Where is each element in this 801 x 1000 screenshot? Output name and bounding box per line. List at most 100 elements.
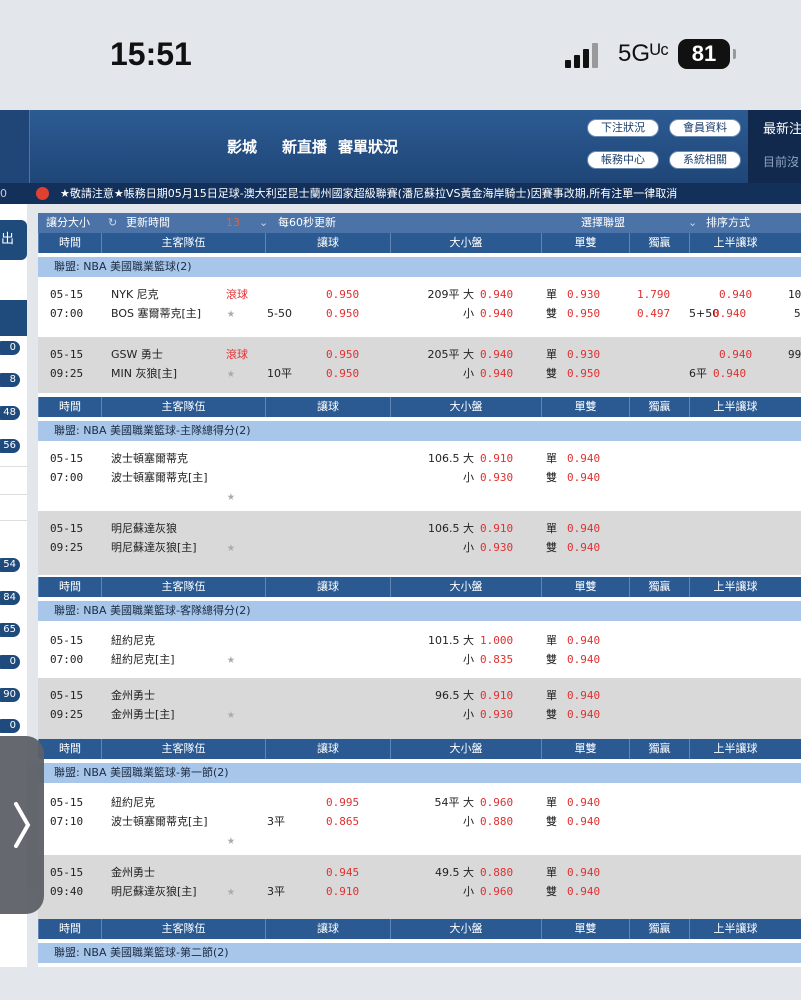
ou-under-odds[interactable]: 0.930 xyxy=(480,705,513,724)
clock: 15:51 xyxy=(110,36,192,72)
ou-over-odds[interactable]: 0.910 xyxy=(480,686,513,705)
ticker-text: ★敬請注意★帳務日期05月15日足球-澳大利亞昆士蘭州國家超級聯賽(潘尼蘇拉VS… xyxy=(60,187,678,200)
ou-over-odds[interactable]: 0.960 xyxy=(480,793,513,812)
odd-odds[interactable]: 0.930 xyxy=(567,285,600,304)
spread-line: 3平 xyxy=(267,815,285,828)
account-center-button[interactable]: 帳務中心 xyxy=(587,151,659,169)
favorite-star-icon[interactable]: ★ xyxy=(227,304,235,323)
odd-odds[interactable]: 0.940 xyxy=(567,449,600,468)
sidebar-badge[interactable]: 90 xyxy=(0,687,21,703)
team-home: MIN 灰狼[主] xyxy=(111,367,178,380)
even-odds[interactable]: 0.940 xyxy=(567,882,600,901)
favorite-star-icon[interactable]: ★ xyxy=(227,831,235,850)
ou-under-odds[interactable]: 0.880 xyxy=(480,812,513,831)
odd-odds[interactable]: 0.940 xyxy=(567,686,600,705)
refresh-icon[interactable]: ↻ xyxy=(108,213,117,233)
even-odds[interactable]: 0.940 xyxy=(567,468,600,487)
spread-odds-away[interactable]: 0.945 xyxy=(326,863,359,882)
even-odds[interactable]: 0.940 xyxy=(567,812,600,831)
game-date: 05-15 xyxy=(50,348,84,361)
moneyline-home[interactable]: 0.497 xyxy=(637,304,670,323)
ou-under-odds[interactable]: 0.960 xyxy=(480,882,513,901)
spread-odds-away[interactable]: 0.950 xyxy=(326,345,359,364)
favorite-star-icon[interactable]: ★ xyxy=(227,882,235,901)
column-half: 上半讓球 xyxy=(689,739,781,759)
even-label: 雙 xyxy=(546,541,557,554)
half-spread-home[interactable]: 0.940 xyxy=(713,364,746,383)
sidebar-badge[interactable]: 84 xyxy=(0,590,21,606)
favorite-star-icon[interactable]: ★ xyxy=(227,705,235,724)
ou-over-odds[interactable]: 0.910 xyxy=(480,519,513,538)
spread-odds-away[interactable]: 0.995 xyxy=(326,793,359,812)
team-home: 金州勇士[主] xyxy=(111,708,175,721)
half-spread-home[interactable]: 0.940 xyxy=(713,304,746,323)
size-selector[interactable]: 讓分大小 xyxy=(46,213,90,233)
odd-odds[interactable]: 0.940 xyxy=(567,793,600,812)
ou-under-odds[interactable]: 0.835 xyxy=(480,650,513,669)
left-tab[interactable] xyxy=(0,110,30,183)
sidebar-badge[interactable]: 56 xyxy=(0,438,21,454)
ou-over-odds[interactable]: 0.940 xyxy=(480,345,513,364)
even-odds[interactable]: 0.940 xyxy=(567,650,600,669)
favorite-star-icon[interactable]: ★ xyxy=(227,364,235,383)
ou-under-odds[interactable]: 0.940 xyxy=(480,364,513,383)
side-drawer-handle[interactable] xyxy=(0,736,44,914)
even-odds[interactable]: 0.950 xyxy=(567,364,600,383)
ou-small-label: 小 xyxy=(463,367,474,380)
odd-odds[interactable]: 0.940 xyxy=(567,863,600,882)
nav-review[interactable]: 審單狀況 xyxy=(338,136,398,157)
nav-live[interactable]: 新直播 xyxy=(282,136,327,157)
sidebar-badge[interactable]: 0 xyxy=(0,654,21,670)
even-label: 雙 xyxy=(546,885,557,898)
ou-over-odds[interactable]: 1.000 xyxy=(480,631,513,650)
column-oe: 單雙 xyxy=(541,233,629,253)
ou-line: 106.5 大 xyxy=(428,452,474,465)
column-ou: 大小盤 xyxy=(390,739,541,759)
sidebar-badge[interactable]: 8 xyxy=(0,372,21,388)
even-odds[interactable]: 0.940 xyxy=(567,705,600,724)
spread-odds-home[interactable]: 0.865 xyxy=(326,812,359,831)
ou-over-odds[interactable]: 0.880 xyxy=(480,863,513,882)
team-away: NYK 尼克 xyxy=(111,288,159,301)
sort-select[interactable]: 排序方式 xyxy=(706,213,750,233)
league-header: 聯盟: NBA 美國職業籃球-第一節(2) xyxy=(38,763,801,783)
ou-under-odds[interactable]: 0.940 xyxy=(480,304,513,323)
ou-small-label: 小 xyxy=(463,885,474,898)
ou-under-odds[interactable]: 0.930 xyxy=(480,538,513,557)
system-button[interactable]: 系統相關 xyxy=(669,151,741,169)
ou-over-odds[interactable]: 0.940 xyxy=(480,285,513,304)
logout-button[interactable]: 出 xyxy=(0,220,27,260)
interval-select[interactable]: 每60秒更新 xyxy=(278,213,336,233)
nav-cinema[interactable]: 影城 xyxy=(227,136,257,157)
odd-odds[interactable]: 0.930 xyxy=(567,345,600,364)
ou-under-odds[interactable]: 0.930 xyxy=(480,468,513,487)
spread-odds-home[interactable]: 0.950 xyxy=(326,364,359,383)
sidebar-badge[interactable]: 0 xyxy=(0,718,21,734)
sidebar-badge[interactable]: 54 xyxy=(0,557,21,573)
sidebar-badge[interactable]: 65 xyxy=(0,622,21,638)
spread-odds-away[interactable]: 0.950 xyxy=(326,285,359,304)
sidebar-badge[interactable]: 48 xyxy=(0,405,21,421)
even-odds[interactable]: 0.950 xyxy=(567,304,600,323)
half-spread-away[interactable]: 0.940 xyxy=(719,285,752,304)
spread-odds-home[interactable]: 0.950 xyxy=(326,304,359,323)
refresh-label[interactable]: 更新時間 xyxy=(126,213,170,233)
even-odds[interactable]: 0.940 xyxy=(567,538,600,557)
bet-status-button[interactable]: 下注狀況 xyxy=(587,119,659,137)
favorite-star-icon[interactable]: ★ xyxy=(227,487,235,506)
ou-over-odds[interactable]: 0.910 xyxy=(480,449,513,468)
select-league-button[interactable]: 選擇聯盟 xyxy=(581,213,625,233)
favorite-star-icon[interactable]: ★ xyxy=(227,650,235,669)
favorite-star-icon[interactable]: ★ xyxy=(227,538,235,557)
odd-odds[interactable]: 0.940 xyxy=(567,631,600,650)
game-time: 09:25 xyxy=(50,367,84,380)
divider xyxy=(0,520,27,521)
chevron-down-icon[interactable]: ⌄ xyxy=(259,213,268,233)
member-info-button[interactable]: 會員資料 xyxy=(669,119,741,137)
spread-odds-home[interactable]: 0.910 xyxy=(326,882,359,901)
half-spread-away[interactable]: 0.940 xyxy=(719,345,752,364)
moneyline-away[interactable]: 1.790 xyxy=(637,285,670,304)
chevron-down-icon[interactable]: ⌄ xyxy=(688,213,697,233)
sidebar-badge[interactable]: 0 xyxy=(0,340,21,356)
odd-odds[interactable]: 0.940 xyxy=(567,519,600,538)
